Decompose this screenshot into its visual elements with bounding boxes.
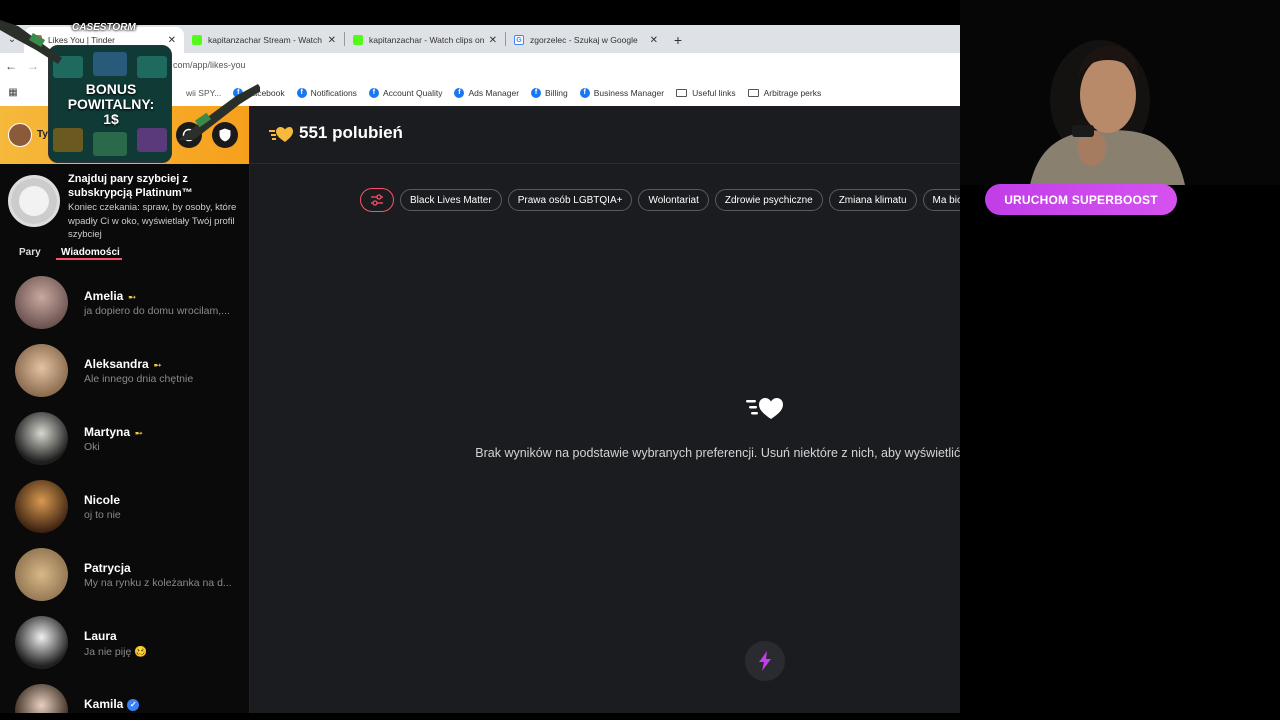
list-item[interactable]: Patrycja My na rynku z koleżanka na d... <box>0 548 249 616</box>
folder-icon <box>676 88 688 97</box>
super-like-icon: ➸ <box>135 428 143 438</box>
webcam-overlay <box>960 0 1280 185</box>
facebook-icon: f <box>531 87 542 98</box>
avatar <box>15 616 68 669</box>
filter-settings-icon[interactable] <box>360 188 394 212</box>
bookmark-account-quality[interactable]: f Account Quality <box>368 87 443 98</box>
list-item[interactable]: Nicole oj to nie <box>0 480 249 548</box>
close-tab-icon[interactable]: ✕ <box>650 35 658 46</box>
name-text: Kamila <box>84 697 124 711</box>
bottom-edge <box>0 713 960 720</box>
likes-count: 551 polubień <box>299 123 403 142</box>
boost-button[interactable] <box>745 641 785 681</box>
name-text: Amelia <box>84 289 124 303</box>
superboost-button[interactable]: URUCHOM SUPERBOOST <box>985 184 1177 215</box>
bookmark-notifications[interactable]: f Notifications <box>296 87 357 98</box>
likes-panel: 551 polubień Black Lives Matter Prawa os… <box>250 106 1055 720</box>
last-message: Ale innego dnia chętnie <box>84 373 194 385</box>
platinum-promo[interactable]: Znajduj pary szybciej z subskrypcją Plat… <box>0 164 249 240</box>
google-favicon-icon: G <box>514 35 524 45</box>
match-name: Nicole <box>84 493 121 507</box>
sidebar-tabs: Pary Wiadomości <box>0 238 249 270</box>
avatar <box>15 276 68 329</box>
name-text: Aleksandra <box>84 357 149 371</box>
avatar <box>15 344 68 397</box>
filter-chips: Black Lives Matter Prawa osób LGBTQIA+ W… <box>360 188 1007 212</box>
likes-header: 551 polubień <box>250 106 960 164</box>
tab-wiadomosci[interactable]: Wiadomości <box>61 247 120 258</box>
last-message: ja dopiero do domu wrocilam,... <box>84 305 230 317</box>
new-tab-button[interactable]: + <box>666 27 690 53</box>
bookmark-label: Notifications <box>310 87 357 98</box>
tab-pary[interactable]: Pary <box>19 247 41 258</box>
kick-favicon-icon <box>353 35 363 45</box>
last-message: oj to nie <box>84 509 121 521</box>
tab-kick-clips[interactable]: kapitanzachar - Watch clips on ✕ <box>345 27 505 53</box>
last-message: Oki <box>84 441 100 453</box>
match-name: Laura <box>84 629 117 643</box>
active-tab-underline <box>56 258 122 260</box>
facebook-icon: f <box>579 87 590 98</box>
promo-title: Znajduj pary szybciej z subskrypcją Plat… <box>68 173 193 199</box>
bookmark-label: Account Quality <box>382 87 443 98</box>
bookmark-arbitrage-perks[interactable]: Arbitrage perks <box>747 87 822 98</box>
webcam-person-image <box>960 0 1280 185</box>
list-item[interactable]: Martyna ➸ Oki <box>0 412 249 480</box>
chip-zmiana-klimatu[interactable]: Zmiana klimatu <box>828 189 917 211</box>
close-tab-icon[interactable]: ✕ <box>328 35 336 46</box>
chip-wolontariat[interactable]: Wolontariat <box>638 189 709 211</box>
bookmark-useful-links[interactable]: Useful links <box>676 87 736 98</box>
promo-text: Koniec czekania: spraw, by osoby, które … <box>68 202 237 240</box>
chip-lgbtqia[interactable]: Prawa osób LGBTQIA+ <box>507 189 633 211</box>
match-name: Martyna ➸ <box>84 425 143 439</box>
match-name: Aleksandra ➸ <box>84 357 161 371</box>
avatar <box>15 480 68 533</box>
list-item[interactable]: Laura Ja nie piję 🥴 <box>0 616 249 684</box>
bookmark-label: Ads Manager <box>468 87 520 98</box>
chip-black-lives-matter[interactable]: Black Lives Matter <box>400 189 502 211</box>
super-like-icon: ➸ <box>153 360 162 370</box>
gold-heart-icon <box>269 127 293 142</box>
super-like-icon: ➸ <box>128 292 136 302</box>
tab-title: kapitanzachar - Watch clips on <box>369 35 485 45</box>
close-tab-icon[interactable]: ✕ <box>489 35 497 46</box>
verified-icon: ✓ <box>127 698 140 711</box>
platinum-ring-icon <box>8 175 60 227</box>
list-item[interactable]: Amelia ➸ ja dopiero do domu wrocilam,... <box>0 276 249 344</box>
bookmark-business-manager[interactable]: f Business Manager <box>579 87 665 98</box>
empty-likes-heart-icon <box>746 398 783 419</box>
facebook-icon: f <box>296 87 307 98</box>
bookmark-label: Billing <box>545 87 568 98</box>
last-message: Ja nie piję 🥴 <box>84 646 148 658</box>
chip-zdrowie-psychiczne[interactable]: Zdrowie psychiczne <box>714 189 823 211</box>
match-name: Patrycja <box>84 561 131 575</box>
facebook-icon: f <box>454 87 465 98</box>
folder-icon <box>747 88 759 97</box>
match-name: Kamila ✓ <box>84 697 140 711</box>
tab-title: zgorzelec - Szukaj w Google <box>530 35 638 45</box>
facebook-icon: f <box>368 87 379 98</box>
lightning-icon <box>759 651 771 671</box>
stream-background <box>960 185 1280 720</box>
screen: ⌄ Likes You | Tinder ✕ kapitanzachar Str… <box>0 0 1280 720</box>
list-item[interactable]: Aleksandra ➸ Ale innego dnia chętnie <box>0 344 249 412</box>
match-name: Amelia ➸ <box>84 289 136 303</box>
bookmark-label: Useful links <box>692 87 736 98</box>
last-message: My na rynku z koleżanka na d... <box>84 577 232 589</box>
bookmark-label: Arbitrage perks <box>763 87 822 98</box>
name-text: Martyna <box>84 425 131 439</box>
avatar <box>15 412 68 465</box>
rifle-graphic <box>0 20 260 140</box>
bookmark-ads-manager[interactable]: f Ads Manager <box>454 87 520 98</box>
avatar <box>15 548 68 601</box>
bookmark-billing[interactable]: f Billing <box>531 87 568 98</box>
sidebar: Ty Znajduj pary szybciej z subskrypcją P… <box>0 106 250 720</box>
bookmark-label: Business Manager <box>593 87 665 98</box>
tab-google[interactable]: G zgorzelec - Szukaj w Google ✕ <box>506 27 666 53</box>
